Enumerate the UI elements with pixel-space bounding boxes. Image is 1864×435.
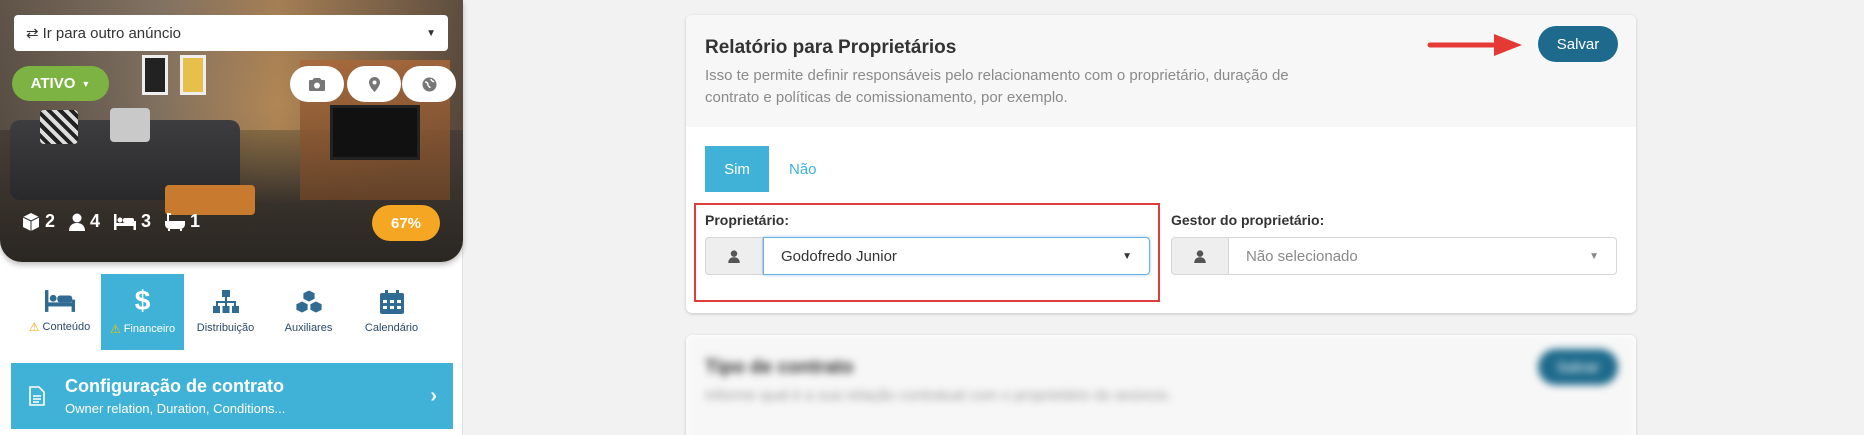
- tab-conteudo[interactable]: ⚠ Conteúdo: [18, 274, 101, 350]
- goto-listing-label: Ir para outro anúncio: [42, 24, 181, 42]
- dollar-icon: $: [134, 285, 151, 316]
- toggle-yes[interactable]: Sim: [705, 146, 769, 192]
- chevron-down-icon: ▼: [1122, 250, 1132, 262]
- manager-select[interactable]: Não selecionado ▼: [1229, 237, 1617, 275]
- contract-config-card[interactable]: Configuração de contrato Owner relation,…: [11, 363, 453, 429]
- goto-listing-select[interactable]: ⇄ Ir para outro anúncio ▼: [14, 15, 448, 51]
- manager-field: Não selecionado ▼: [1171, 237, 1617, 275]
- swap-arrows-icon: ⇄: [26, 25, 39, 42]
- contract-type-save-button[interactable]: Salvar: [1538, 349, 1618, 385]
- status-dropdown-button[interactable]: ATIVO ▼: [12, 66, 109, 101]
- stat-guests: 4: [69, 211, 100, 232]
- sitemap-icon: [212, 290, 239, 313]
- photos-button[interactable]: [290, 66, 344, 102]
- chevron-down-icon: ▼: [81, 78, 91, 89]
- cubes-icon: [295, 290, 322, 314]
- manager-addon: [1171, 237, 1229, 275]
- owner-report-description: Isso te permite definir responsáveis pel…: [705, 67, 1289, 106]
- website-button[interactable]: [402, 66, 456, 102]
- listing-tabs: ⚠ Conteúdo $ ⚠ Financeiro Distribuição Aux…: [0, 274, 463, 350]
- tab-financeiro[interactable]: $ ⚠ Financeiro: [101, 274, 184, 350]
- stat-beds: 3: [114, 211, 151, 232]
- completion-badge: 67%: [372, 205, 440, 241]
- contract-type-description: Informe qual é a sua relação contratual …: [705, 387, 1172, 404]
- globe-icon: [422, 77, 436, 91]
- listing-stats: 2 4 3 1: [22, 211, 200, 232]
- toggle-no[interactable]: Não: [769, 146, 837, 192]
- user-icon: [1194, 249, 1206, 263]
- contract-type-card: Tipo de contrato Informe qual é a sua re…: [686, 335, 1636, 435]
- map-pin-icon: [368, 76, 380, 92]
- manager-field-label: Gestor do proprietário:: [1171, 212, 1325, 228]
- tab-distribuicao[interactable]: Distribuição: [184, 274, 267, 350]
- user-icon: [69, 213, 86, 231]
- bed-icon: [114, 213, 137, 230]
- owner-select[interactable]: Godofredo Junior ▼: [763, 237, 1150, 275]
- red-arrow-annotation: [1427, 34, 1522, 56]
- chevron-right-icon: ›: [430, 384, 437, 407]
- box-icon: [22, 212, 40, 231]
- owner-report-toggle: Sim Não: [705, 146, 837, 192]
- contract-config-title: Configuração de contrato: [65, 376, 285, 396]
- document-icon: [29, 386, 45, 406]
- contract-config-subtitle: Owner relation, Duration, Conditions...: [65, 401, 286, 416]
- owner-addon: [705, 237, 763, 275]
- chevron-down-icon: ▼: [426, 27, 436, 39]
- stat-rooms: 2: [22, 211, 55, 232]
- owner-select-value: Godofredo Junior: [781, 247, 897, 265]
- warning-icon: ⚠: [28, 320, 40, 334]
- bathtub-icon: [165, 212, 186, 231]
- listing-sidebar: ⇄ Ir para outro anúncio ▼ ATIVO ▼ 2 4 3 …: [0, 0, 463, 435]
- bed-icon: [44, 290, 75, 312]
- owner-field: Godofredo Junior ▼: [705, 237, 1150, 275]
- location-button[interactable]: [347, 66, 401, 102]
- contract-config-text: Configuração de contrato Owner relation,…: [65, 376, 285, 416]
- contract-type-title: Tipo de contrato: [705, 357, 854, 378]
- tab-auxiliares[interactable]: Auxiliares: [267, 274, 350, 350]
- user-icon: [728, 249, 740, 263]
- calendar-icon: [379, 290, 404, 314]
- manager-select-placeholder: Não selecionado: [1246, 247, 1358, 265]
- stat-baths: 1: [165, 211, 200, 232]
- warning-icon: ⚠: [109, 322, 121, 336]
- tab-calendario[interactable]: Calendário: [350, 274, 433, 350]
- save-button[interactable]: Salvar: [1538, 26, 1618, 62]
- status-label: ATIVO: [30, 75, 76, 92]
- chevron-down-icon: ▼: [1589, 250, 1599, 262]
- camera-icon: [309, 77, 325, 91]
- owner-field-label: Proprietário:: [705, 212, 790, 228]
